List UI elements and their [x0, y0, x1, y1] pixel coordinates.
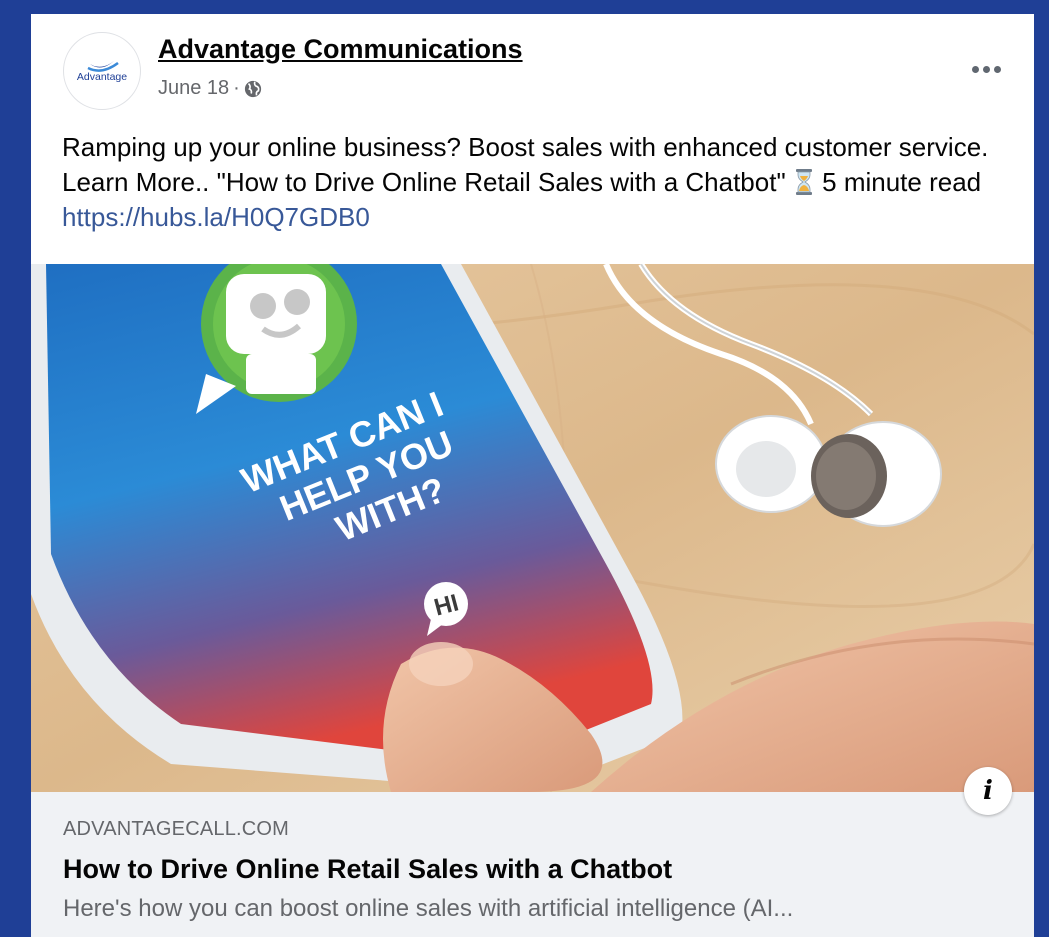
- link-domain: ADVANTAGECALL.COM: [63, 818, 290, 840]
- post-date[interactable]: June 18: [158, 77, 229, 100]
- post-card: Advantage Advantage Communications June …: [31, 14, 1034, 937]
- info-button[interactable]: i: [964, 767, 1012, 815]
- more-options-dot: [993, 65, 1001, 73]
- more-options-dot: [982, 65, 990, 73]
- avatar[interactable]: Advantage: [63, 32, 141, 110]
- post-header: Advantage Advantage Communications June …: [31, 14, 1034, 124]
- link-description: Here's how you can boost online sales wi…: [63, 895, 794, 922]
- meta-separator: ·: [233, 77, 240, 99]
- post-message-read-time: 5 minute read: [814, 167, 982, 197]
- chatbot-phone-image: WHAT CAN I HELP YOU WITH? HI: [31, 264, 1034, 792]
- advantage-logo-icon: Advantage: [77, 59, 127, 83]
- link-preview-footer[interactable]: ADVANTAGECALL.COM How to Drive Online Re…: [31, 792, 1034, 937]
- more-options-button[interactable]: [966, 54, 1006, 84]
- page-name-link[interactable]: Advantage Communications: [158, 34, 523, 65]
- info-icon: i: [983, 776, 993, 806]
- post-message: Ramping up your online business? Boost s…: [62, 130, 1022, 235]
- more-options-icon: [971, 65, 979, 73]
- globe-icon: [244, 80, 261, 97]
- hourglass-icon: [795, 169, 812, 195]
- avatar-logo-text: Advantage: [77, 71, 127, 83]
- link-title: How to Drive Online Retail Sales with a …: [63, 854, 673, 884]
- post-meta: June 18 ·: [158, 77, 262, 100]
- post-link[interactable]: https://hubs.la/H0Q7GDB0: [62, 202, 370, 232]
- link-preview-image[interactable]: WHAT CAN I HELP YOU WITH? HI: [31, 264, 1034, 792]
